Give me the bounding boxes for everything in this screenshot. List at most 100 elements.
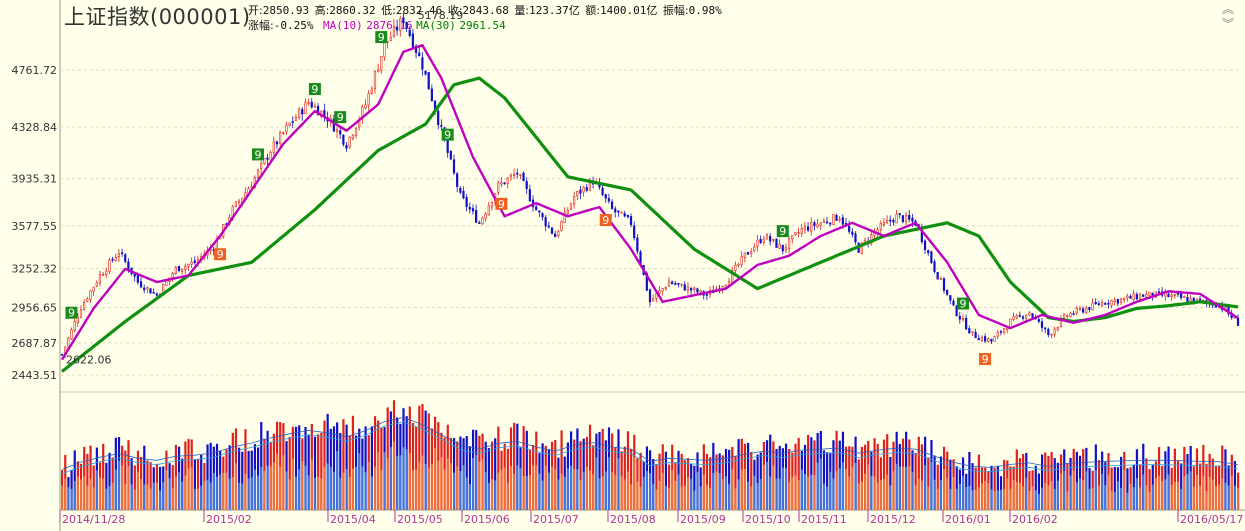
candle-body	[452, 159, 456, 174]
volume-bar-inner	[1186, 473, 1189, 510]
volume-bar-inner	[114, 469, 117, 510]
volume-bar-inner	[313, 477, 317, 510]
candle-body	[440, 125, 443, 127]
candle-body	[304, 101, 307, 114]
volume-bar-inner	[465, 477, 468, 510]
volume-bar-inner	[244, 473, 247, 510]
volume-bar-inner	[1129, 483, 1132, 510]
volume-bar-inner	[1091, 488, 1094, 510]
candle-body	[885, 219, 889, 223]
candle-body	[617, 210, 620, 213]
volume-bar-inner	[127, 466, 130, 510]
volume-bar-inner	[721, 479, 724, 510]
candle-body	[92, 286, 95, 292]
candle-body	[256, 169, 260, 178]
candle-body	[667, 281, 671, 287]
candle-body	[961, 317, 965, 320]
volume-bar-inner	[901, 466, 905, 510]
candle-body	[573, 196, 576, 205]
candle-body	[335, 129, 339, 133]
volume-bar-inner	[257, 475, 260, 510]
candle-body	[746, 251, 750, 255]
y-tick-label: 3577.55	[12, 220, 58, 233]
x-tick-label: 2015/07	[533, 513, 579, 526]
candle-body	[1142, 294, 1145, 297]
volume-bar-inner	[560, 473, 563, 510]
volume-bar-inner	[841, 462, 845, 510]
volume-bar-inner	[1211, 479, 1214, 510]
signal-marker-label: 9	[337, 111, 344, 124]
volume-bar-inner	[1025, 477, 1028, 510]
volume-bar-inner	[1063, 471, 1066, 510]
candle-body	[904, 215, 908, 222]
signal-marker-label: 9	[68, 307, 75, 320]
candle-body	[882, 222, 886, 225]
volume-bar-inner	[784, 467, 788, 510]
candle-body	[623, 213, 626, 217]
volume-bar-inner	[791, 477, 794, 510]
volume-bar-inner	[845, 469, 848, 510]
volume-bar-inner	[184, 475, 187, 510]
candle-body	[86, 298, 89, 302]
volume-bar-inner	[415, 469, 418, 510]
volume-bar-inner	[424, 463, 427, 510]
candle-body	[525, 181, 528, 189]
candle-body	[367, 93, 370, 106]
volume-bar-inner	[358, 453, 361, 510]
volume-bar-inner	[765, 461, 769, 510]
candle-body	[699, 289, 702, 293]
volume-bar-inner	[212, 473, 215, 510]
volume-bar-inner	[490, 479, 494, 510]
volume-bar-inner	[67, 486, 70, 510]
candle-body	[791, 235, 794, 240]
volume-bar-inner	[190, 466, 193, 510]
signal-marker-label: 9	[217, 248, 224, 261]
candle-body	[680, 283, 683, 286]
candle-body	[1126, 295, 1129, 299]
volume-bar-inner	[851, 466, 854, 510]
volume-bar-inner	[617, 458, 620, 510]
candle-body	[522, 172, 525, 182]
candle-body	[490, 201, 494, 208]
candle-body	[971, 331, 974, 333]
volume-bar-inner	[740, 469, 743, 510]
candle-body	[146, 287, 149, 290]
candle-body	[136, 275, 139, 283]
volume-bar-inner	[196, 488, 200, 510]
candle-body	[139, 281, 143, 288]
volume-bar-inner	[516, 465, 519, 510]
candle-body	[753, 246, 756, 252]
volume-bar-inner	[275, 453, 279, 510]
candle-body	[117, 253, 121, 258]
candle-body	[946, 289, 949, 295]
candle-body	[430, 88, 433, 102]
volume-bar-inner	[1148, 491, 1151, 510]
volume-bar-inner	[165, 470, 168, 510]
volume-bar-inner	[946, 477, 949, 510]
signal-marker-label: 9	[444, 129, 451, 142]
volume-bar-inner	[79, 479, 83, 510]
candle-body	[497, 182, 500, 193]
candle-body	[889, 219, 892, 222]
candle-body	[345, 144, 348, 149]
candle-body	[310, 101, 313, 108]
candle-body	[671, 281, 674, 285]
volume-bar-inner	[943, 469, 946, 510]
volume-bar-inner	[1120, 487, 1123, 510]
candle-body	[1088, 306, 1091, 311]
volume-bar-inner	[1069, 475, 1072, 510]
volume-bar-inner	[339, 477, 342, 510]
volume-bar-inner	[671, 470, 674, 510]
volume-bar-inner	[863, 473, 867, 510]
volume-bar-inner	[848, 476, 851, 510]
candle-body	[1183, 296, 1186, 298]
volume-bar-inner	[174, 476, 178, 510]
volume-bar-inner	[219, 474, 222, 510]
candle-body	[607, 198, 611, 202]
candle-body	[237, 200, 241, 203]
volume-bar-inner	[911, 471, 914, 510]
volume-bar-inner	[1082, 480, 1085, 510]
volume-bar-inner	[1044, 483, 1047, 510]
volume-bar-inner	[917, 478, 920, 510]
kline-chart[interactable]: 4761.72 4328.84 3935.31 3577.55 3252.32 2956.…	[0, 0, 1245, 531]
